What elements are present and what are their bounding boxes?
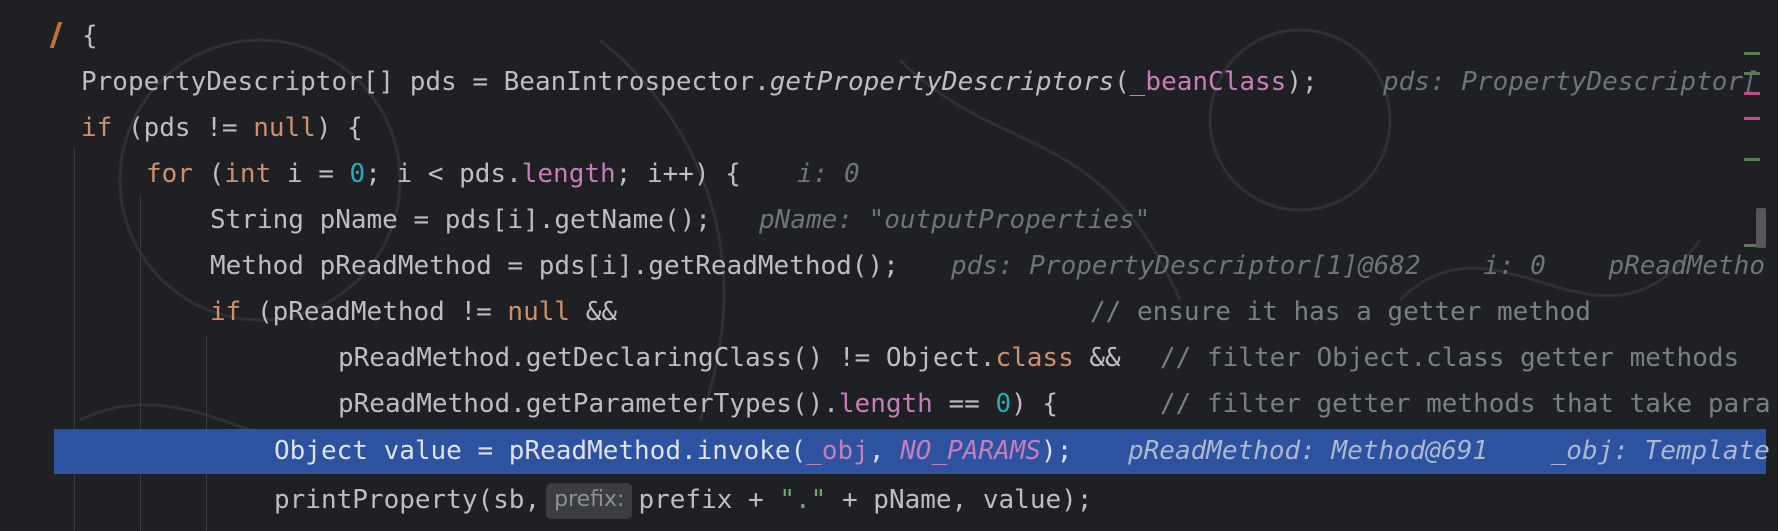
code-text: PropertyDescriptor[] pds = BeanIntrospec…	[81, 67, 1318, 97]
code-comment: // filter Object.class getter methods	[1160, 343, 1740, 373]
code-text: Method pReadMethod = pds[i].getReadMetho…	[210, 251, 899, 281]
code-text: Object value = pReadMethod.invoke(_obj, …	[274, 436, 1073, 466]
error-stripe-mark[interactable]	[1744, 72, 1760, 75]
code-comment: // filter getter methods that take para	[1160, 389, 1771, 419]
code-text: {	[82, 21, 98, 51]
code-line[interactable]: for (int i = 0; i < pds.length; i++) { i…	[0, 151, 1778, 197]
code-text: printProperty(sb, prefix: prefix + "." + p…	[274, 477, 1092, 523]
code-line[interactable]: if (pds != null) {	[0, 105, 1778, 151]
inline-debug-value: i: 0	[797, 159, 860, 189]
parameter-name-hint: prefix:	[546, 482, 633, 519]
inline-debug-value: pds: PropertyDescriptor[1]@682 i: 0 pRea…	[951, 251, 1765, 281]
code-text: if (pReadMethod != null &&	[210, 297, 618, 327]
code-comment: // ensure it has a getter method	[1090, 297, 1591, 327]
code-line[interactable]: if (pReadMethod != null && // ensure it …	[0, 289, 1778, 335]
code-text: for (int i = 0; i < pds.length; i++) {	[146, 159, 741, 189]
code-line[interactable]: {	[0, 13, 1778, 59]
execution-point-line[interactable]: Object value = pReadMethod.invoke(_obj, …	[54, 429, 1770, 474]
code-text: pReadMethod.getParameterTypes().length =…	[338, 389, 1059, 419]
inline-debug-value: pds: PropertyDescriptor[	[1383, 67, 1759, 97]
error-stripe-mark[interactable]	[1744, 117, 1760, 120]
code-text: pReadMethod.getDeclaringClass() != Objec…	[338, 343, 1121, 373]
error-stripe-mark[interactable]	[1744, 52, 1760, 55]
code-text: if (pds != null) {	[81, 113, 363, 143]
code-text: String pName = pds[i].getName();	[210, 205, 711, 235]
code-line[interactable]: pReadMethod.getParameterTypes().length =…	[0, 381, 1778, 427]
code-line[interactable]: PropertyDescriptor[] pds = BeanIntrospec…	[0, 59, 1778, 105]
code-line[interactable]: printProperty(sb, prefix: prefix + "." + p…	[0, 477, 1778, 523]
code-editor[interactable]: { PropertyDescriptor[] pds = BeanIntrosp…	[0, 0, 1778, 531]
vertical-scrollbar-thumb[interactable]	[1756, 208, 1766, 248]
code-line[interactable]: String pName = pds[i].getName(); pName: …	[0, 197, 1778, 243]
code-line[interactable]: pReadMethod.getDeclaringClass() != Objec…	[0, 335, 1778, 381]
error-stripe-mark[interactable]	[1744, 158, 1760, 161]
code-line[interactable]: Method pReadMethod = pds[i].getReadMetho…	[0, 243, 1778, 289]
inline-debug-value: pReadMethod: Method@691 _obj: Template	[1128, 436, 1770, 466]
inline-debug-value: pName: "outputProperties"	[759, 205, 1151, 235]
error-stripe-mark[interactable]	[1744, 92, 1760, 95]
